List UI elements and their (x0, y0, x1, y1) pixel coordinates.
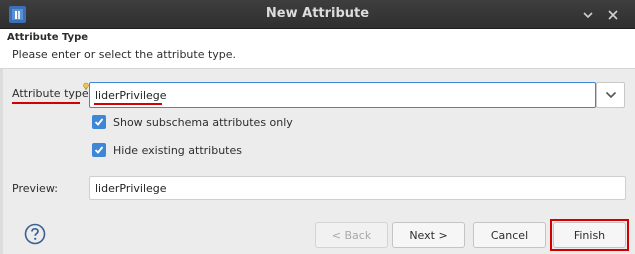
title-bar: New Attribute (0, 0, 635, 29)
preview-field: liderPrivilege (89, 176, 626, 200)
checkmark-icon (94, 146, 104, 154)
hide-existing-label[interactable]: Hide existing attributes (113, 144, 242, 157)
wizard-header: Attribute Type Please enter or select th… (0, 29, 635, 69)
checkmark-icon (94, 118, 104, 126)
chevron-down-icon (605, 91, 617, 99)
attribute-type-value: liderPrivilege (95, 89, 167, 102)
attribute-type-label: Attribute type: (12, 87, 93, 100)
show-subschema-checkbox[interactable] (92, 115, 106, 129)
finish-highlight-annotation (550, 219, 629, 251)
next-button[interactable]: Next > (392, 222, 465, 248)
attribute-type-input[interactable]: liderPrivilege (89, 82, 596, 108)
close-icon[interactable] (606, 8, 620, 22)
page-title: Attribute Type (7, 32, 89, 43)
hide-existing-checkbox[interactable] (92, 143, 106, 157)
left-edge (0, 69, 3, 254)
window-title: New Attribute (265, 6, 370, 21)
value-underline-annotation (94, 103, 162, 105)
page-description: Please enter or select the attribute typ… (12, 48, 237, 61)
preview-label: Preview: (12, 182, 58, 195)
preview-value: liderPrivilege (95, 182, 167, 195)
back-button[interactable]: < Back (315, 222, 388, 248)
minimize-icon[interactable] (581, 8, 595, 22)
label-underline-annotation (12, 102, 80, 104)
show-subschema-label[interactable]: Show subschema attributes only (113, 116, 293, 129)
attribute-type-dropdown-button[interactable] (596, 82, 625, 108)
help-icon[interactable] (24, 223, 46, 245)
cancel-button[interactable]: Cancel (473, 222, 546, 248)
